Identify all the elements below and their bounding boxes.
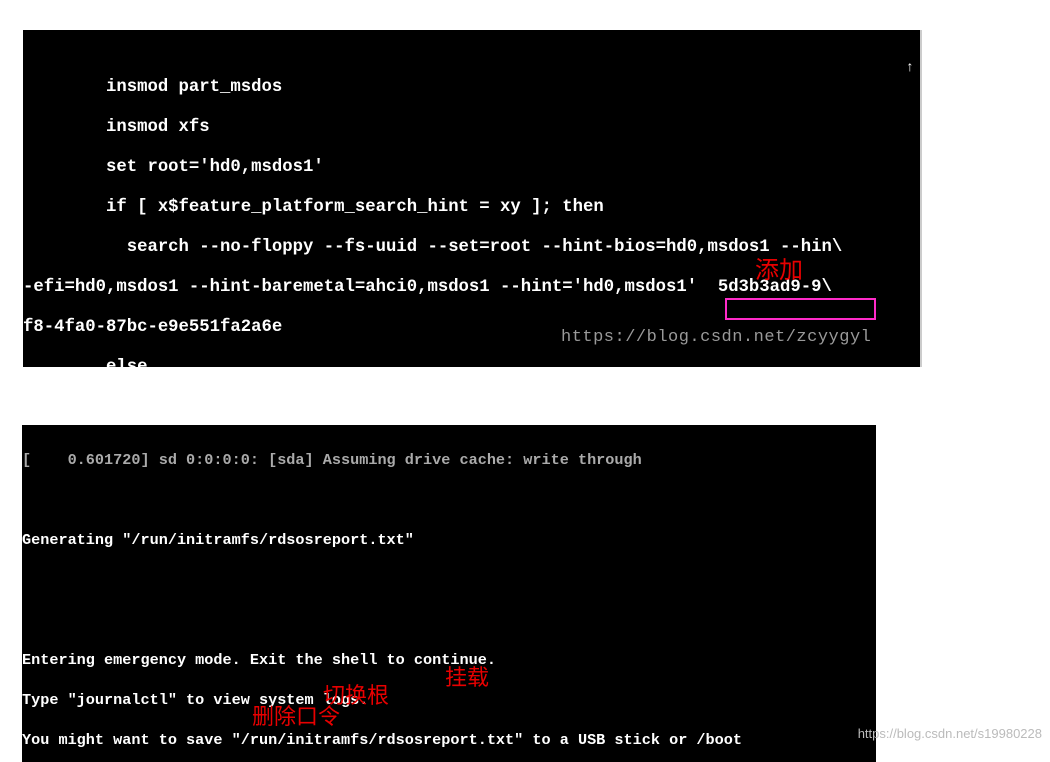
term1-line: set root='hd0,msdos1' bbox=[23, 158, 324, 177]
grub-editor-terminal[interactable]: ↑ insmod part_msdos insmod xfs set root=… bbox=[23, 30, 922, 367]
term1-line: insmod part_msdos bbox=[23, 78, 282, 97]
scroll-arrow-icon: ↑ bbox=[906, 58, 914, 78]
term1-line: else bbox=[23, 358, 147, 367]
term2-line: You might want to save "/run/initramfs/r… bbox=[22, 731, 742, 749]
term1-line: if [ x$feature_platform_search_hint = xy… bbox=[23, 198, 604, 217]
annotation-add: 添加 bbox=[755, 250, 803, 285]
term2-line: [ 0.601720] sd 0:0:0:0: [sda] Assuming d… bbox=[22, 451, 642, 469]
term1-line: insmod xfs bbox=[23, 118, 210, 137]
term2-line: Entering emergency mode. Exit the shell … bbox=[22, 651, 496, 669]
highlight-rd-break bbox=[725, 298, 876, 320]
emergency-shell-terminal[interactable]: [ 0.601720] sd 0:0:0:0: [sda] Assuming d… bbox=[22, 425, 876, 762]
annotation-mount: 挂载 bbox=[445, 660, 489, 692]
annotation-delete: 删除口令 bbox=[252, 699, 340, 731]
term1-line: f8-4fa0-87bc-e9e551fa2a6e bbox=[23, 318, 282, 337]
page-watermark: https://blog.csdn.net/s19980228 bbox=[858, 726, 1042, 741]
term1-line: search --no-floppy --fs-uuid --set=root … bbox=[23, 238, 842, 257]
term2-line: Generating "/run/initramfs/rdsosreport.t… bbox=[22, 531, 414, 549]
watermark-text: https://blog.csdn.net/zcyygyl bbox=[561, 328, 871, 348]
term1-line: -efi=hd0,msdos1 --hint-baremetal=ahci0,m… bbox=[23, 278, 832, 297]
